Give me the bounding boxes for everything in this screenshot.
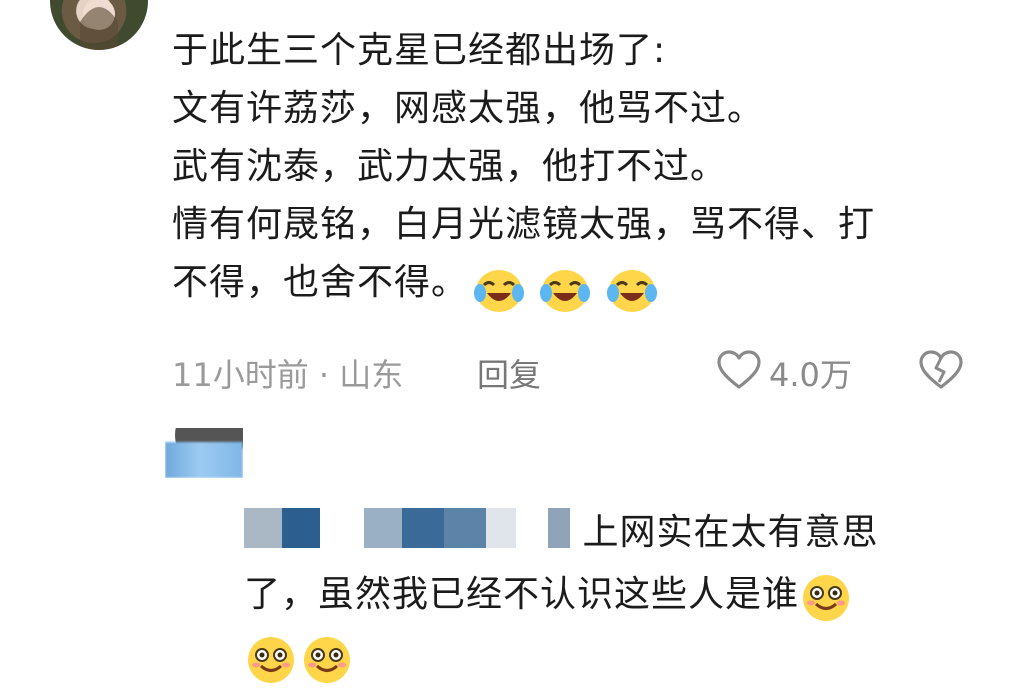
reply-line-2: 了，虽然我已经不认识这些人是谁 bbox=[244, 564, 1004, 626]
crying-laughing-emoji bbox=[474, 270, 525, 312]
comment-line-5-text: 不得，也舍不得。 bbox=[172, 262, 469, 303]
crying-laughing-emoji bbox=[540, 270, 591, 312]
comment-line-3: 武有沈泰，武力太强，他打不过。 bbox=[172, 146, 728, 187]
reply-line-1-text: 上网实在太有意思 bbox=[582, 512, 879, 553]
smiling-emoji bbox=[803, 575, 850, 621]
comment-line-4: 情有何晟铭，白月光滤镜太强，骂不得、打 bbox=[172, 204, 876, 245]
comment-line-5: 不得，也舍不得。 bbox=[172, 254, 992, 312]
heart-outline-icon[interactable] bbox=[717, 350, 761, 390]
smiling-emoji bbox=[248, 637, 294, 683]
commenter-avatar[interactable] bbox=[50, 0, 148, 50]
crying-laughing-emoji bbox=[606, 270, 657, 312]
smiling-emoji bbox=[304, 637, 350, 683]
like-count: 4.0万 bbox=[769, 356, 852, 394]
comment-body: 于此生三个克星已经都出场了: 文有许荔莎，网感太强，他骂不过。 武有沈泰，武力太… bbox=[172, 22, 992, 312]
reply-button[interactable]: 回复 bbox=[477, 350, 541, 396]
censored-username-mosaic bbox=[244, 508, 570, 548]
time-location: 11小时前 · 山东 bbox=[172, 356, 404, 394]
reply-line-2-text: 了，虽然我已经不认识这些人是谁 bbox=[244, 574, 800, 615]
comment-meta-row: 11小时前 · 山东 回复 4.0万 bbox=[172, 346, 992, 394]
reply-avatar[interactable] bbox=[165, 428, 243, 478]
comment-line-2: 文有许荔莎，网感太强，他骂不过。 bbox=[172, 88, 765, 129]
comment-line-1: 于此生三个克星已经都出场了: bbox=[172, 30, 667, 71]
reply-line-3 bbox=[244, 626, 1004, 688]
reply-line-1: 上网实在太有意思 bbox=[244, 502, 1004, 564]
reply-avatar-blur bbox=[165, 442, 243, 478]
reply-body: 上网实在太有意思 了，虽然我已经不认识这些人是谁 bbox=[244, 502, 1004, 688]
broken-heart-icon[interactable] bbox=[918, 350, 964, 390]
emoji-group bbox=[474, 260, 661, 318]
